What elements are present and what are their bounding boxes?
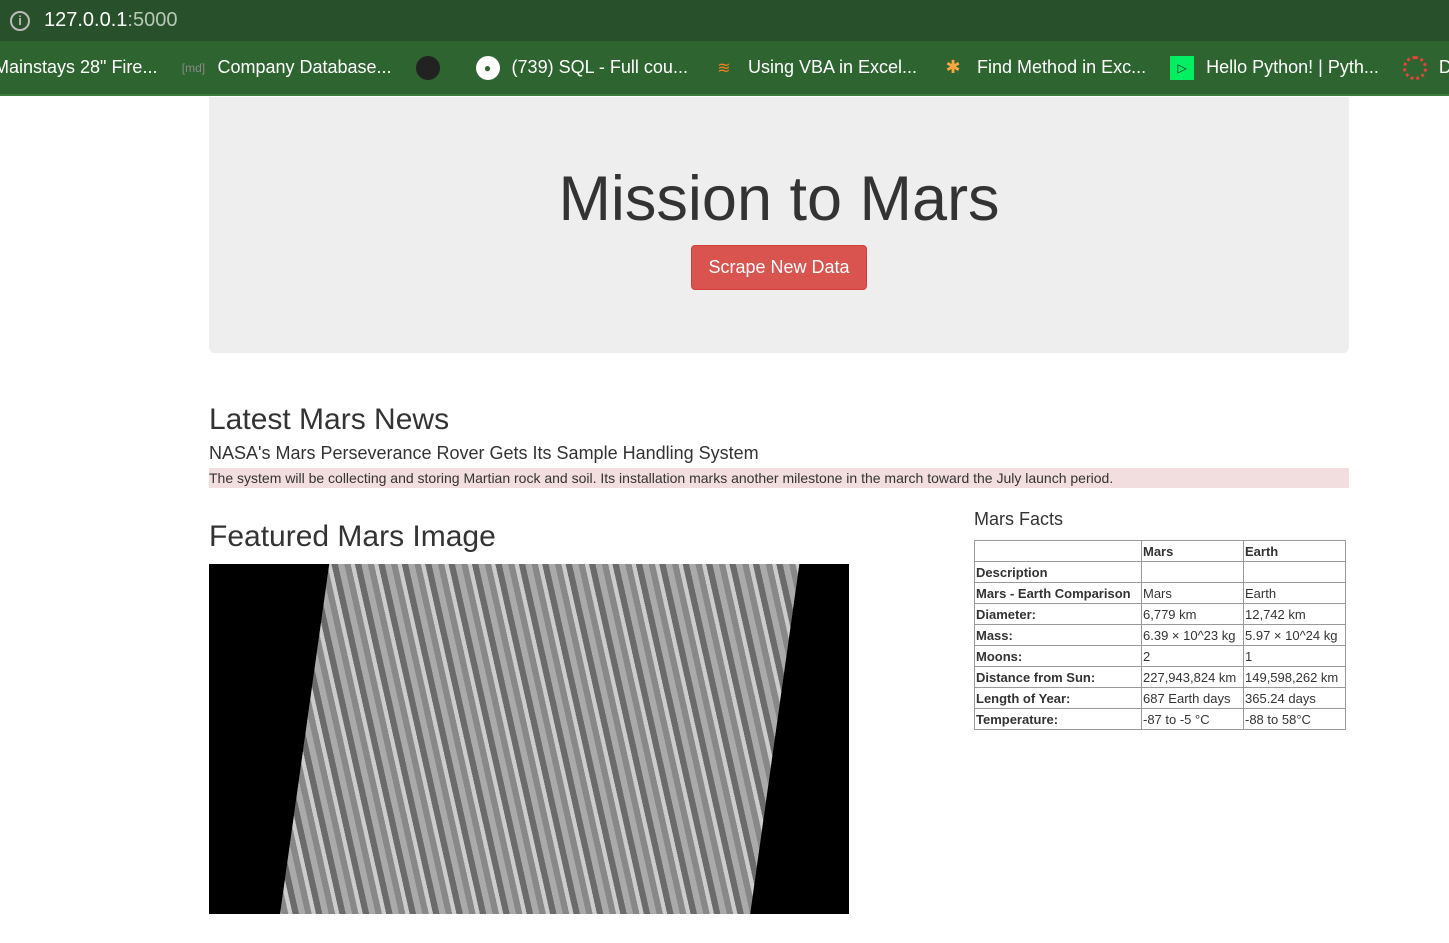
news-section: Latest Mars News NASA's Mars Perseveranc… — [209, 403, 1349, 488]
md-icon: [md] — [181, 60, 206, 75]
datacamp-icon: ▷ — [1170, 55, 1195, 80]
table-cell: 5.97 × 10^24 kg — [1243, 624, 1346, 646]
table-header-row: Mars Earth — [974, 540, 1346, 562]
url-host: 127.0.0.1 — [44, 9, 128, 31]
url-port: :5000 — [127, 9, 178, 31]
jumbotron: Mission to Mars Scrape New Data — [209, 97, 1349, 353]
table-row: Moons: 2 1 — [974, 645, 1346, 667]
bookmark-find-method[interactable]: ✱ Find Method in Exc... — [941, 56, 1146, 80]
table-cell: 6,779 km — [1141, 603, 1244, 625]
table-cell: 365.24 days — [1243, 687, 1346, 709]
news-paragraph: The system will be collecting and storin… — [209, 468, 1349, 488]
table-cell: Temperature: — [974, 708, 1142, 730]
table-row: Mass: 6.39 × 10^23 kg 5.97 × 10^24 kg — [974, 624, 1346, 646]
facts-heading: Mars Facts — [974, 509, 1064, 529]
bookmark-sql[interactable]: ● (739) SQL - Full cou... — [475, 55, 688, 80]
page-title: Mission to Mars — [558, 164, 1000, 234]
bookmark-vba[interactable]: ≋ Using VBA in Excel... — [712, 56, 917, 80]
table-cell — [1243, 561, 1346, 583]
table-cell — [1141, 561, 1244, 583]
column-header: Earth — [1243, 540, 1346, 562]
bookmark-label: Mainstays 28" Fire... — [0, 57, 158, 77]
table-cell: 687 Earth days — [1141, 687, 1244, 709]
bookmark-dashboard[interactable]: Dashbo — [1402, 55, 1449, 80]
news-title: NASA's Mars Perseverance Rover Gets Its … — [209, 443, 759, 463]
bookmark-github[interactable] — [415, 55, 452, 80]
bookmark-hello-python[interactable]: ▷ Hello Python! | Pyth... — [1170, 55, 1379, 80]
table-cell: Earth — [1243, 582, 1346, 604]
github-icon — [415, 55, 440, 80]
table-cell: 1 — [1243, 645, 1346, 667]
news-heading: Latest Mars News — [209, 403, 450, 436]
table-row: Temperature: -87 to -5 °C -88 to 58°C — [974, 708, 1346, 730]
featured-mars-image — [209, 564, 849, 914]
canvas-icon — [1402, 55, 1427, 80]
table-cell: 227,943,824 km — [1141, 666, 1244, 688]
table-row: Mars - Earth Comparison Mars Earth — [974, 582, 1346, 604]
table-cell: -87 to -5 °C — [1141, 708, 1244, 730]
table-cell: Length of Year: — [974, 687, 1142, 709]
column-header: Mars — [1141, 540, 1244, 562]
table-cell: 12,742 km — [1243, 603, 1346, 625]
address-bar[interactable]: i 127.0.0.1:5000 — [0, 0, 1449, 41]
table-cell: Description — [974, 561, 1142, 583]
bookmark-label: Using VBA in Excel... — [747, 57, 918, 77]
table-cell: Moons: — [974, 645, 1142, 667]
bookmark-label: (739) SQL - Full cou... — [511, 57, 688, 77]
scrape-button[interactable]: Scrape New Data — [691, 245, 867, 290]
facts-table: Mars Earth Description Mars - Earth Compa… — [974, 540, 1346, 730]
bookmark-label: Company Database... — [217, 57, 392, 77]
table-row: Description — [974, 561, 1346, 583]
bookmark-mainstays[interactable]: Mainstays 28" Fire... — [0, 57, 157, 78]
bookmark-label: Dashbo — [1439, 57, 1449, 78]
table-cell: Diameter: — [974, 603, 1142, 625]
table-row: Diameter: 6,779 km 12,742 km — [974, 603, 1346, 625]
info-icon[interactable]: i — [10, 10, 30, 31]
bookmarks-bar: Mainstays 28" Fire... [md] Company Databa… — [0, 41, 1449, 96]
table-cell: Mars — [1141, 582, 1244, 604]
globe-icon: ● — [475, 55, 500, 80]
table-cell: Distance from Sun: — [974, 666, 1142, 688]
joomla-icon: ✱ — [945, 57, 961, 77]
table-row: Distance from Sun: 227,943,824 km 149,598,… — [974, 666, 1346, 688]
mars-facts-section: Mars Facts Mars Earth Description Mars - … — [974, 509, 1346, 730]
table-cell: 6.39 × 10^23 kg — [1141, 624, 1244, 646]
table-cell: Mars - Earth Comparison — [974, 582, 1142, 604]
bookmark-label: Find Method in Exc... — [977, 57, 1147, 77]
featured-image-section: Featured Mars Image — [209, 520, 849, 914]
table-cell: Mass: — [974, 624, 1142, 646]
bookmark-label: Hello Python! | Pyth... — [1206, 57, 1379, 77]
table-cell: 2 — [1141, 645, 1244, 667]
stackoverflow-icon: ≋ — [717, 59, 731, 77]
column-header — [974, 540, 1142, 562]
table-cell: 149,598,262 km — [1243, 666, 1346, 688]
table-row: Length of Year: 687 Earth days 365.24 days — [974, 687, 1346, 709]
table-cell: -88 to 58°C — [1243, 708, 1346, 730]
bookmark-company-database[interactable]: [md] Company Database... — [181, 56, 392, 80]
featured-heading: Featured Mars Image — [209, 520, 496, 553]
